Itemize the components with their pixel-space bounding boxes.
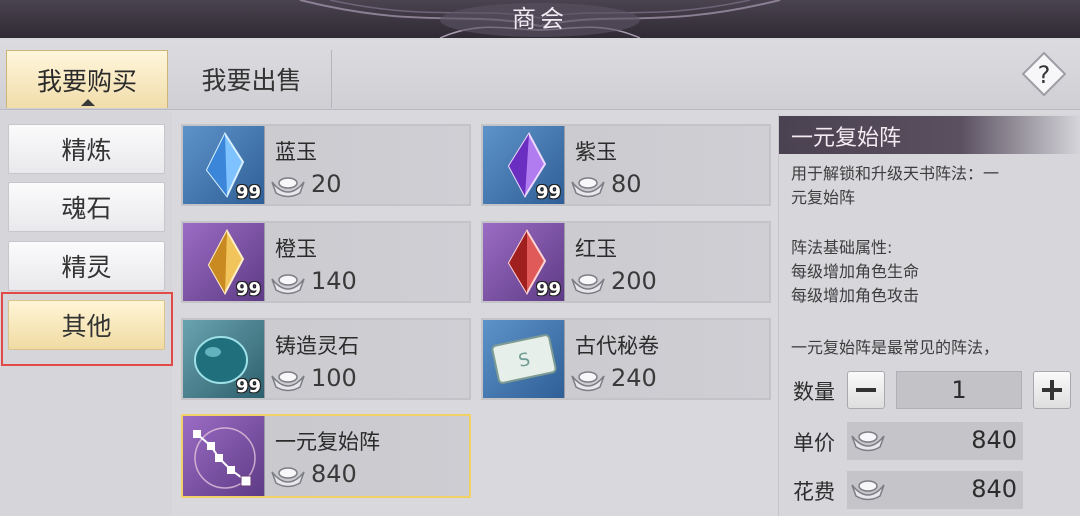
- item-price: 240: [611, 364, 657, 392]
- shop-item-lan-yu[interactable]: 99 蓝玉 20: [181, 124, 471, 206]
- item-icon-box: [183, 416, 265, 496]
- item-name: 橙玉: [275, 237, 317, 261]
- unit-price-value: 840: [971, 426, 1017, 454]
- help-icon: ?: [1021, 51, 1067, 97]
- item-name: 一元复始阵: [275, 430, 380, 454]
- item-icon-box: 99: [483, 223, 565, 301]
- detail-note: 一元复始阵是最常见的阵法，: [791, 338, 1000, 357]
- unit-price-box: 840: [847, 422, 1023, 460]
- silver-ingot-icon: [271, 467, 305, 488]
- window-title: 商会: [512, 5, 568, 33]
- tab-sell-label: 我要出售: [201, 66, 302, 95]
- attribute-title: 阵法基础属性:: [791, 238, 893, 257]
- shop-item-yi-yuan-fu-shi-zhen[interactable]: 一元复始阵 840: [181, 414, 471, 498]
- item-icon-box: 99: [483, 126, 565, 204]
- item-count: 99: [235, 376, 261, 397]
- help-label: ?: [1038, 61, 1051, 89]
- item-count: 99: [535, 279, 561, 300]
- item-count: 99: [235, 182, 261, 203]
- tab-sell[interactable]: 我要出售: [172, 50, 332, 108]
- quantity-input[interactable]: 1: [896, 371, 1022, 409]
- category-label: 精灵: [61, 253, 112, 282]
- item-name: 铸造灵石: [275, 334, 359, 358]
- silver-ingot-icon: [271, 371, 305, 392]
- selection-highlight-box: [1, 292, 173, 366]
- total-cost-label: 花费: [793, 480, 835, 504]
- item-name: 蓝玉: [275, 140, 317, 164]
- item-name: 红玉: [575, 237, 617, 261]
- quantity-decrease-button[interactable]: [847, 371, 885, 409]
- shop-item-gu-dai-mi-juan[interactable]: S 古代秘卷 240: [481, 318, 771, 400]
- item-name: 古代秘卷: [575, 334, 659, 358]
- item-icon-box: S: [483, 320, 565, 398]
- total-cost-value: 840: [971, 475, 1017, 503]
- tab-caret-icon: [81, 99, 95, 106]
- category-soulstone[interactable]: 魂石: [8, 182, 165, 232]
- detail-description-line2: 元复始阵: [791, 188, 856, 207]
- tab-buy-label: 我要购买: [36, 66, 137, 96]
- item-icon-box: 99: [183, 126, 265, 204]
- tab-row: 我要购买 我要出售: [0, 40, 1080, 110]
- shop-item-zhu-zao-ling-shi[interactable]: 99 铸造灵石 100: [181, 318, 471, 400]
- silver-ingot-icon: [851, 431, 885, 452]
- item-icon-box: 99: [183, 320, 265, 398]
- item-detail-panel: 一元复始阵 用于解锁和升级天书阵法：一 元复始阵 阵法基础属性: 每级增加角色生…: [778, 114, 1080, 516]
- category-refine[interactable]: 精炼: [8, 124, 165, 174]
- minus-icon: [856, 388, 876, 392]
- silver-ingot-icon: [851, 480, 885, 501]
- item-icon-box: 99: [183, 223, 265, 301]
- silver-ingot-icon: [571, 177, 605, 198]
- quantity-label: 数量: [793, 380, 835, 404]
- category-label: 魂石: [61, 194, 112, 223]
- item-count: 99: [235, 279, 261, 300]
- item-count: 99: [535, 182, 561, 203]
- item-price: 140: [311, 267, 357, 295]
- category-label: 精炼: [61, 136, 112, 165]
- item-name: 紫玉: [575, 140, 617, 164]
- item-price: 80: [611, 170, 642, 198]
- plus-icon: [1042, 380, 1062, 400]
- formation-icon: [193, 427, 256, 489]
- attribute-line1: 每级增加角色生命: [791, 262, 920, 281]
- help-button[interactable]: ?: [1021, 51, 1067, 97]
- scroll-icon: S: [491, 334, 557, 384]
- silver-ingot-icon: [571, 371, 605, 392]
- silver-ingot-icon: [271, 177, 305, 198]
- item-price: 200: [611, 267, 657, 295]
- unit-price-label: 单价: [793, 431, 835, 455]
- item-price: 100: [311, 364, 357, 392]
- detail-title: 一元复始阵: [791, 126, 902, 151]
- item-price: 840: [311, 460, 357, 488]
- shop-item-cheng-yu[interactable]: 99 橙玉 140: [181, 221, 471, 303]
- detail-description-line1: 用于解锁和升级天书阵法：一: [791, 164, 1000, 183]
- silver-ingot-icon: [271, 274, 305, 295]
- detail-header: 一元复始阵: [779, 116, 1080, 154]
- item-price: 20: [311, 170, 342, 198]
- shop-item-zi-yu[interactable]: 99 紫玉 80: [481, 124, 771, 206]
- attribute-line2: 每级增加角色攻击: [791, 286, 920, 305]
- category-spirit[interactable]: 精灵: [8, 241, 165, 291]
- shop-item-hong-yu[interactable]: 99 红玉 200: [481, 221, 771, 303]
- silver-ingot-icon: [571, 274, 605, 295]
- tab-buy[interactable]: 我要购买: [6, 50, 168, 108]
- title-bar: 商会: [0, 0, 1080, 38]
- total-cost-box: 840: [847, 471, 1023, 509]
- quantity-increase-button[interactable]: [1033, 371, 1071, 409]
